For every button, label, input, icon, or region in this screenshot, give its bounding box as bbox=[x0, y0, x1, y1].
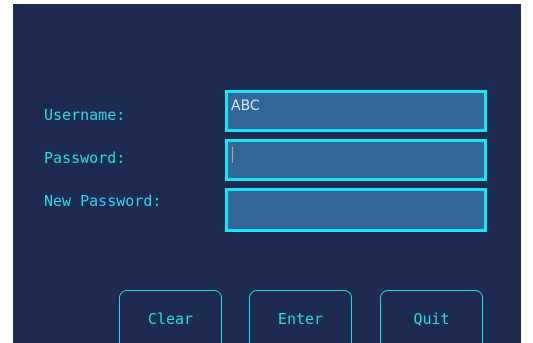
quit-button[interactable]: Quit bbox=[380, 290, 483, 343]
username-value: ABC bbox=[231, 98, 260, 114]
text-caret bbox=[232, 147, 233, 163]
password-label: Password: bbox=[44, 149, 126, 167]
quit-button-label: Quit bbox=[413, 310, 450, 328]
new-password-field[interactable] bbox=[225, 188, 487, 232]
login-screen: Username: ABC Password: New Password: Cl… bbox=[13, 4, 521, 343]
password-field[interactable] bbox=[225, 139, 487, 181]
username-label: Username: bbox=[44, 106, 126, 124]
clear-button-label: Clear bbox=[147, 310, 194, 328]
enter-button[interactable]: Enter bbox=[249, 290, 352, 343]
new-password-label: New Password: bbox=[44, 192, 162, 210]
clear-button[interactable]: Clear bbox=[119, 290, 222, 343]
username-field[interactable]: ABC bbox=[225, 90, 487, 132]
enter-button-label: Enter bbox=[277, 310, 324, 328]
